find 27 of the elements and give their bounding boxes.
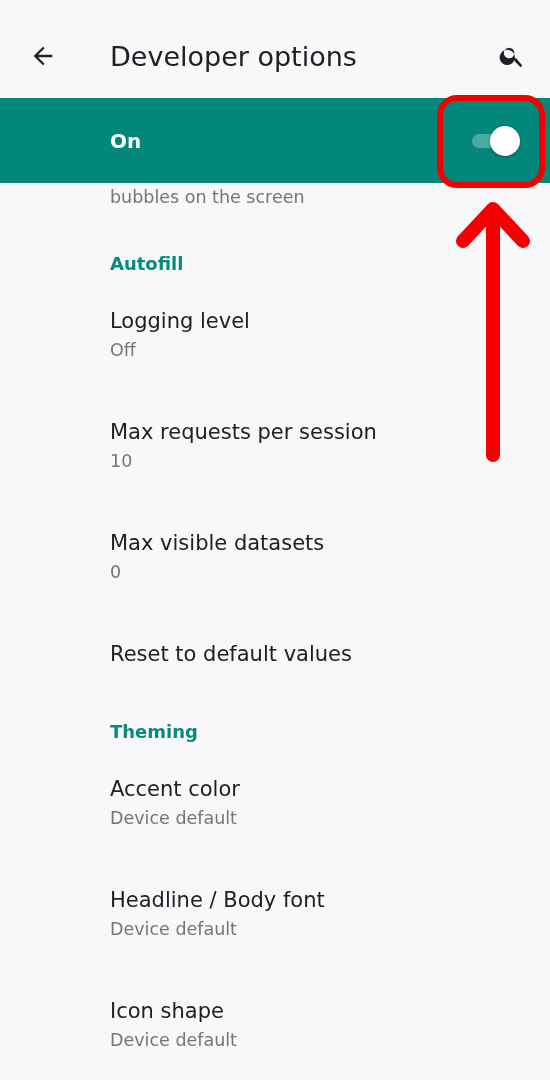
settings-item[interactable]: Reset to default values xyxy=(0,627,550,708)
item-title: Reset to default values xyxy=(110,641,352,668)
settings-item[interactable]: Logging level Off xyxy=(0,294,550,405)
item-summary: Device default xyxy=(110,1029,237,1052)
settings-item[interactable]: Max requests per session 10 xyxy=(0,405,550,516)
screen-title: Developer options xyxy=(110,40,358,72)
item-title: Accent color xyxy=(110,776,240,803)
settings-item[interactable]: Headline / Body font Device default xyxy=(0,873,550,984)
item-title: Max visible datasets xyxy=(110,530,325,557)
master-switch-bar[interactable]: On xyxy=(0,98,550,183)
item-summary: 10 xyxy=(110,450,133,473)
item-title: Headline / Body font xyxy=(110,887,325,914)
settings-item[interactable]: Max visible datasets 0 xyxy=(0,516,550,627)
item-title: Logging level xyxy=(110,308,250,335)
settings-item[interactable]: Icon shape Device default xyxy=(0,984,550,1080)
item-summary: Device default xyxy=(110,918,237,941)
item-summary: Off xyxy=(110,339,136,362)
settings-item[interactable]: Accent color Device default xyxy=(0,762,550,873)
section-header: Theming xyxy=(110,721,198,742)
item-summary: Device default xyxy=(110,807,237,830)
switch-label: On xyxy=(110,128,142,153)
section-header: Autofill xyxy=(110,253,184,274)
item-title: Icon shape xyxy=(110,998,224,1025)
toggle-switch[interactable] xyxy=(470,125,520,156)
item-title: Max requests per session xyxy=(110,419,377,446)
item-summary: bubbles on the screen xyxy=(110,187,305,207)
item-summary: 0 xyxy=(110,561,122,584)
